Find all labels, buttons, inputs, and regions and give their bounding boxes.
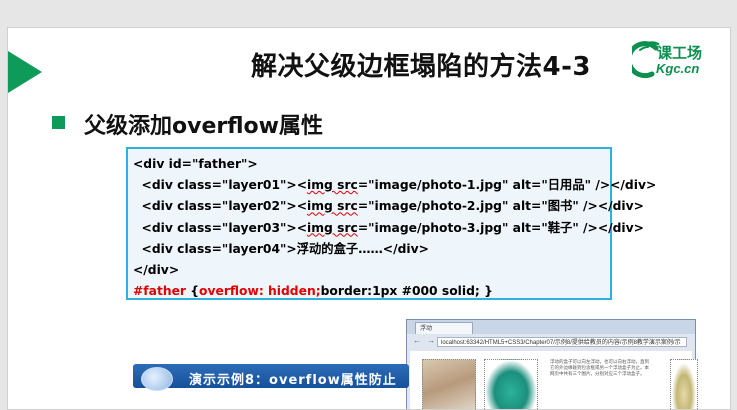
slide: 解决父级边框塌陷的方法4-3 课工场 Kgc.cn 父级添加overflow属性…	[7, 27, 731, 410]
code-line-css: #father {overflow: hidden;border:1px #00…	[133, 284, 493, 299]
kgc-logo: 课工场 Kgc.cn	[626, 40, 716, 80]
code-line: <div class="layer03"><img src="image/pho…	[133, 220, 644, 235]
code-line: </div>	[133, 262, 180, 277]
section-heading: 父级添加overflow属性	[84, 114, 323, 139]
bedding-photo	[422, 359, 476, 409]
browser-content: 浮动的盒子可以向左浮动，也可以向右浮动，直到它的外边缘碰到包含框或另一个浮动盒子…	[410, 351, 698, 409]
logo-chinese-text: 课工场	[657, 44, 703, 62]
slide-arrow-icon	[8, 51, 42, 93]
demo-example-button[interactable]: 演示示例8：overflow属性防止	[133, 364, 409, 391]
demo-label: 演示示例8：overflow属性防止	[189, 373, 397, 388]
shoe-photo	[484, 359, 538, 409]
code-block: <div id="father"> <div class="layer01"><…	[126, 147, 657, 300]
bag-photo	[670, 359, 698, 409]
demo-icon	[141, 367, 173, 391]
browser-sample-text: 浮动的盒子可以向左浮动，也可以向右浮动，直到它的外边缘碰到包含框或另一个浮动盒子…	[550, 359, 649, 376]
browser-tab: 浮动	[415, 322, 473, 334]
code-line: <div class="layer02"><img src="image/pho…	[133, 199, 644, 214]
slide-title: 解决父级边框塌陷的方法4-3	[251, 52, 591, 82]
code-line: <div id="father">	[133, 157, 258, 171]
code-line: <div class="layer04">浮动的盒子……</div>	[133, 241, 429, 256]
browser-screenshot: 浮动 ← → ↻ localhost:63342/HTML5+CSS3/Chap…	[406, 319, 698, 409]
logo-english-text: Kgc.cn	[656, 61, 700, 76]
browser-tabbar: 浮动	[407, 320, 695, 334]
code-line: <div class="layer01"><img src="image/pho…	[133, 178, 657, 193]
browser-address-bar: localhost:63342/HTML5+CSS3/Chapter07/示例8…	[437, 337, 687, 347]
bullet-square-icon	[52, 116, 65, 129]
